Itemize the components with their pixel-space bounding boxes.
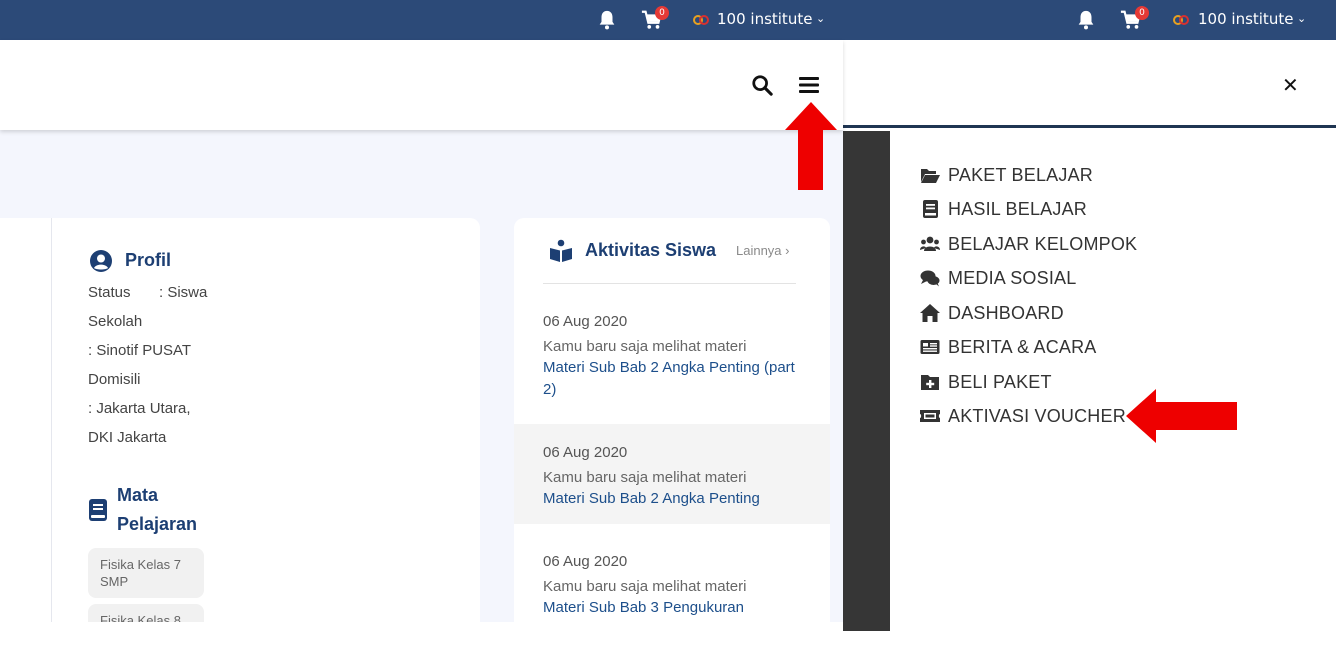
menu-side-strip (843, 131, 890, 631)
profile-card (0, 218, 480, 638)
subjects-title-2: Pelajaran (117, 514, 198, 534)
activity-divider (543, 283, 796, 284)
school-label: Sekolah (88, 313, 143, 330)
menu-item-belajar-kelompok[interactable]: BELAJAR KELOMPOK (920, 232, 1220, 258)
activity-desc: Kamu baru saja melihat materi (543, 338, 747, 355)
user-circle-icon (90, 250, 112, 272)
menu-label: MEDIA SOSIAL (948, 268, 1077, 288)
divider (51, 218, 52, 622)
menu-item-media-sosial[interactable]: MEDIA SOSIAL (920, 266, 1220, 292)
activity-item[interactable]: 06 Aug 2020 Kamu baru saja melihat mater… (514, 524, 830, 622)
activity-link[interactable]: Materi Sub Bab 3 Pengukuran (543, 597, 803, 619)
top-bar: 0 100 institute ⌄ (843, 0, 1336, 40)
domicile-label: Domisili (88, 371, 141, 388)
main-page-pane: 0 100 institute ⌄ Profil Status : Siswa (0, 0, 843, 652)
activity-item[interactable]: 06 Aug 2020 Kamu baru saja melihat mater… (514, 300, 830, 424)
institute-logo-icon (1173, 15, 1189, 25)
menu-item-paket-belajar[interactable]: PAKET BELAJAR (920, 163, 1220, 189)
menu-item-berita-acara[interactable]: BERITA & ACARA (920, 335, 1220, 361)
menu-item-dashboard[interactable]: DASHBOARD (920, 301, 1220, 327)
institute-logo-icon (693, 15, 709, 25)
menu-label: BERITA & ACARA (948, 337, 1097, 357)
book-icon (923, 200, 938, 218)
activity-desc: Kamu baru saja melihat materi (543, 578, 747, 595)
folder-plus-icon (921, 375, 939, 390)
activity-date: 06 Aug 2020 (543, 444, 628, 461)
menu-label: BELI PAKET (948, 372, 1052, 392)
menu-open-pane: 0 100 institute ⌄ ✕ PAKET BELAJAR HASIL … (843, 0, 1336, 652)
activity-link[interactable]: Materi Sub Bab 2 Angka Penting (part 2) (543, 357, 803, 401)
annotation-arrow-left (1126, 389, 1237, 443)
activity-title: Aktivitas Siswa (585, 240, 717, 260)
menu-item-hasil-belajar[interactable]: HASIL BELAJAR (920, 197, 1220, 223)
bell-icon[interactable] (1075, 9, 1097, 31)
school-value: : Sinotif PUSAT (88, 342, 192, 359)
bell-icon[interactable] (596, 9, 618, 31)
activity-more-link[interactable]: Lainnya › (736, 243, 789, 258)
ticket-icon (920, 410, 940, 422)
cart-count-badge: 0 (1135, 6, 1149, 20)
subject-chip-clip: Fisika Kelas 8 (88, 604, 204, 622)
menu-label: DASHBOARD (948, 303, 1064, 323)
reader-icon (550, 239, 572, 262)
institute-name[interactable]: 100 institute (717, 10, 812, 28)
chevron-down-icon[interactable]: ⌄ (1297, 12, 1306, 25)
top-bar: 0 100 institute ⌄ (0, 0, 843, 40)
status-label: Status (88, 284, 131, 301)
activity-date: 06 Aug 2020 (543, 313, 628, 330)
users-icon (920, 236, 940, 251)
home-icon (920, 304, 940, 322)
activity-desc: Kamu baru saja melihat materi (543, 469, 747, 486)
search-icon[interactable] (751, 74, 773, 96)
menu-header: ✕ (843, 40, 1336, 128)
book-icon (89, 499, 107, 521)
menu-label: AKTIVASI VOUCHER (948, 406, 1126, 426)
subject-chip[interactable]: Fisika Kelas 7 SMP (88, 548, 204, 598)
activity-date: 06 Aug 2020 (543, 553, 628, 570)
subject-chip[interactable]: Fisika Kelas 8 (88, 604, 204, 622)
page-header (0, 40, 843, 130)
menu-label: BELAJAR KELOMPOK (948, 234, 1138, 254)
close-icon[interactable]: ✕ (1282, 73, 1299, 97)
domicile-value-2: DKI Jakarta (88, 429, 167, 446)
profile-title: Profil (125, 250, 172, 270)
status-value: : Siswa (159, 284, 208, 301)
chevron-down-icon[interactable]: ⌄ (816, 12, 825, 25)
folder-open-icon (921, 169, 940, 183)
domicile-value: : Jakarta Utara, (88, 400, 191, 417)
institute-name[interactable]: 100 institute (1198, 10, 1293, 28)
activity-item[interactable]: 06 Aug 2020 Kamu baru saja melihat mater… (514, 424, 830, 524)
menu-label: PAKET BELAJAR (948, 165, 1093, 185)
annotation-arrow-up (785, 102, 837, 190)
subjects-title: Mata (117, 485, 159, 505)
comments-icon (920, 270, 940, 287)
menu-label: HASIL BELAJAR (948, 199, 1087, 219)
cart-count-badge: 0 (655, 6, 669, 20)
activity-link[interactable]: Materi Sub Bab 2 Angka Penting (543, 488, 803, 510)
hamburger-icon[interactable] (799, 76, 819, 94)
newspaper-icon (920, 340, 940, 354)
